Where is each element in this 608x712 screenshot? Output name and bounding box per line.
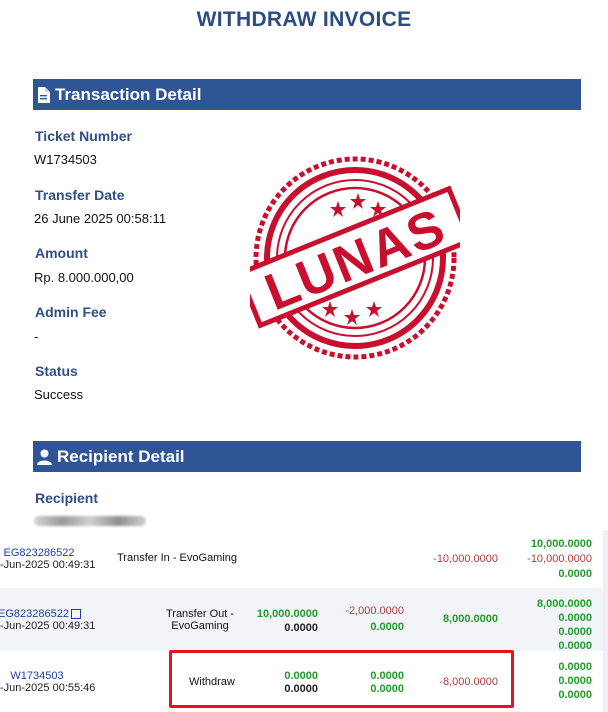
transaction-detail-header: Transaction Detail (33, 79, 581, 110)
admin-fee-value: - (34, 329, 39, 344)
recipient-detail-title: Recipient Detail (57, 446, 185, 466)
tx-value: 10,000.0000 (256, 608, 318, 620)
table-edge (603, 530, 608, 712)
transfer-date-value: 26 June 2025 00:58:11 (34, 211, 167, 226)
copy-icon[interactable] (70, 609, 81, 620)
paid-stamp: LUNAS (250, 156, 460, 360)
ticket-link[interactable]: EG823286522 (0, 547, 78, 559)
transaction-detail-title: Transaction Detail (55, 84, 202, 104)
transfer-date-label: Transfer Date (35, 187, 125, 203)
tx-date: -Jun-2025 00:49:31 (0, 559, 96, 571)
table-row: EG823286522 -Jun-2025 00:49:31 Transfer … (0, 588, 608, 652)
stamp-text: LUNAS (257, 198, 454, 323)
tx-balance: -10,000.0000 (527, 553, 592, 565)
tx-value: 0.0000 (370, 621, 404, 633)
tx-type: Transfer In - EvoGaming (117, 552, 238, 564)
ticket-link[interactable]: W1734503 (0, 670, 74, 682)
tx-balance: 8,000.0000 (536, 598, 592, 610)
admin-fee-label: Admin Fee (35, 304, 107, 320)
tx-amount: 8,000.0000 (442, 613, 498, 625)
ticket-number-label: Ticket Number (35, 128, 132, 144)
document-icon (38, 86, 50, 103)
tx-balance: 0.0000 (558, 568, 592, 580)
tx-value: -2,000.0000 (345, 605, 404, 617)
tx-amount: -10,000.0000 (433, 553, 498, 565)
tx-balance: 10,000.0000 (530, 538, 592, 550)
status-value: Success (34, 387, 84, 402)
table-row: EG823286522 -Jun-2025 00:49:31 Transfer … (0, 530, 608, 588)
tx-date: -Jun-2025 00:55:46 (0, 682, 96, 694)
tx-value: 0.0000 (284, 622, 318, 634)
user-icon (37, 449, 52, 465)
recipient-detail-header: Recipient Detail (33, 441, 581, 472)
tx-balance: 0.0000 (558, 626, 592, 638)
tx-type-line1: Transfer Out - (165, 608, 235, 620)
highlight-box (169, 650, 514, 708)
tx-balance: 0.0000 (558, 612, 592, 624)
ticket-number-value: W1734503 (34, 152, 97, 167)
tx-type-line2: EvoGaming (171, 620, 229, 632)
ticket-id: EG823286522 (0, 608, 69, 620)
amount-value: Rp. 8.000.000,00 (34, 270, 134, 285)
tx-date: -Jun-2025 00:49:31 (0, 620, 96, 632)
amount-label: Amount (35, 245, 88, 261)
recipient-name-redacted (34, 516, 146, 526)
recipient-label: Recipient (35, 490, 99, 506)
ticket-link[interactable]: EG823286522 (0, 608, 81, 620)
status-label: Status (35, 363, 78, 379)
page-title: WITHDRAW INVOICE (196, 8, 412, 31)
